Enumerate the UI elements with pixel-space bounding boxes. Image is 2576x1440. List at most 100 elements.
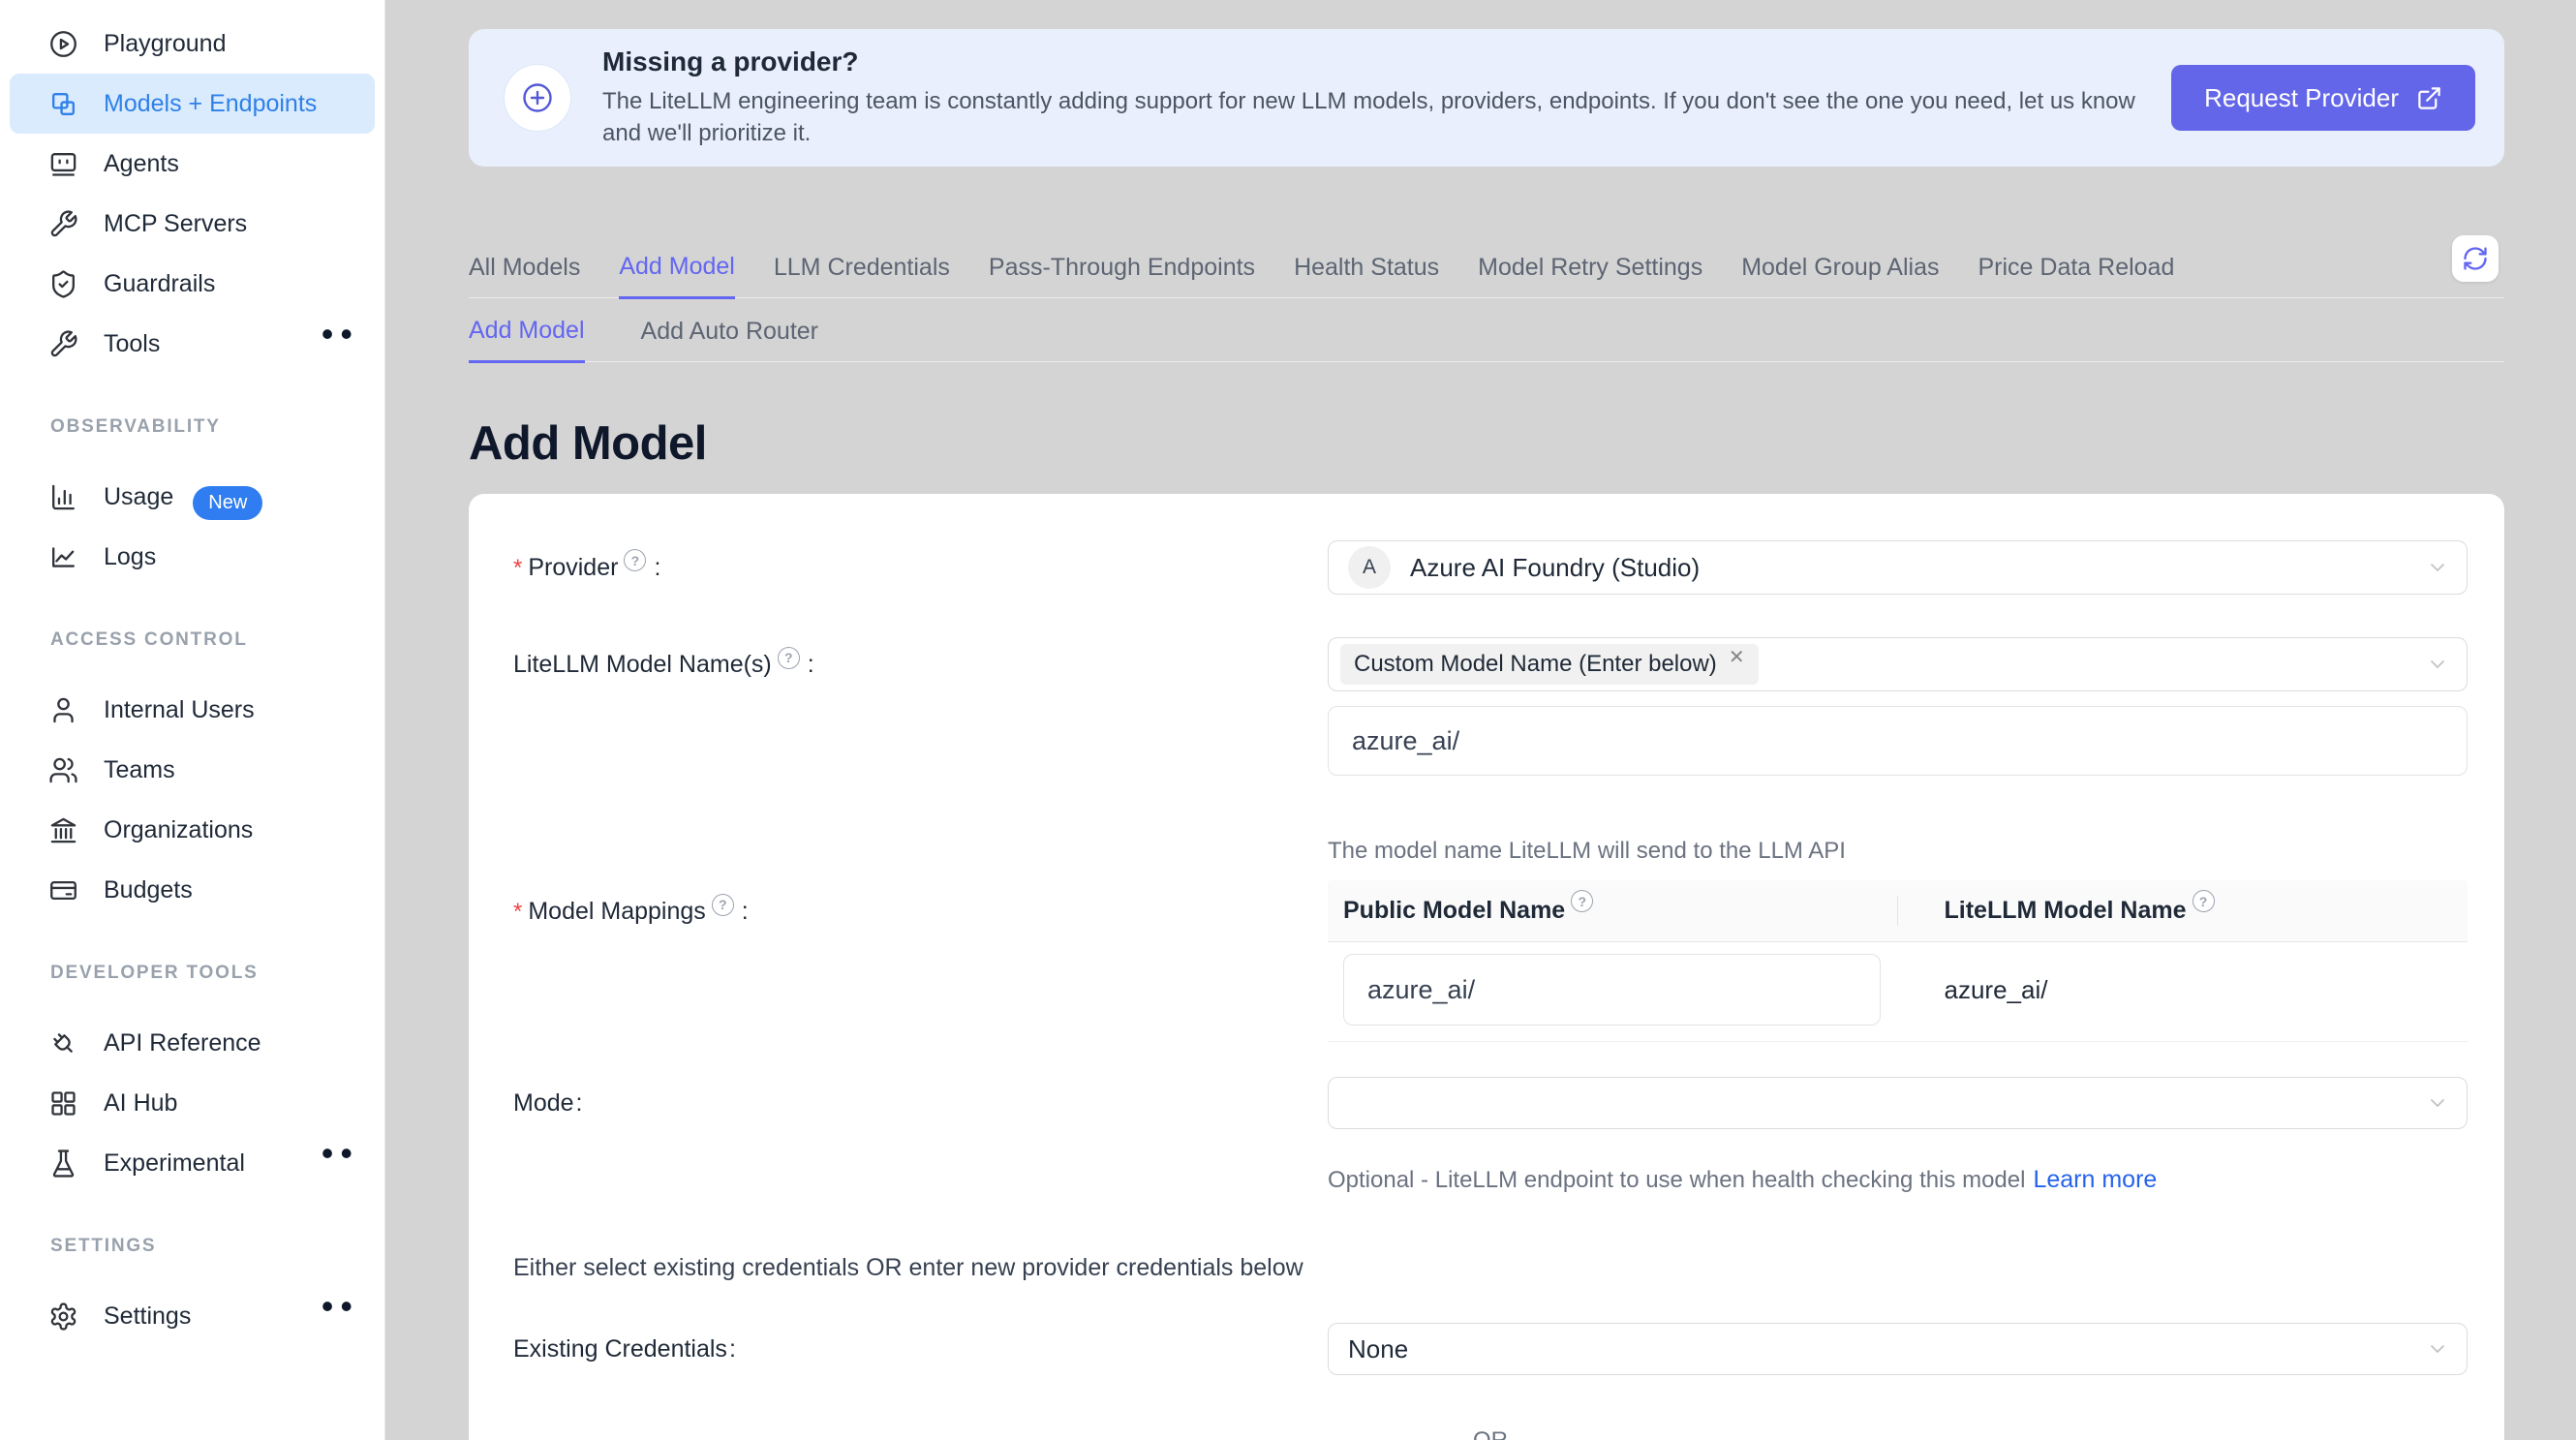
model-name-multiselect[interactable]: Custom Model Name (Enter below) ✕	[1328, 637, 2468, 691]
custom-model-name-input[interactable]	[1328, 706, 2468, 776]
sidebar-item-settings[interactable]: Settings ••	[0, 1286, 384, 1346]
sidebar-item-label: Experimental	[104, 1149, 245, 1178]
sidebar-item-label: Internal Users	[104, 696, 255, 724]
existing-credentials-row: Existing Credentials: None	[513, 1323, 2468, 1375]
grid-icon	[48, 1088, 78, 1118]
sidebar-item-label: Usage	[104, 483, 173, 511]
help-icon[interactable]: ?	[624, 549, 646, 571]
sidebar-item-label: MCP Servers	[104, 210, 247, 238]
refresh-button[interactable]	[2452, 235, 2499, 282]
existing-credentials-label: Existing Credentials:	[513, 1335, 1328, 1363]
tab-all-models[interactable]: All Models	[469, 254, 580, 297]
sidebar-item-tools[interactable]: Tools ••	[0, 314, 384, 374]
sidebar-item-label: Models + Endpoints	[104, 90, 317, 118]
flask-icon	[48, 1149, 78, 1179]
tab-pass-through-endpoints[interactable]: Pass-Through Endpoints	[989, 254, 1255, 297]
banner-description: The LiteLLM engineering team is constant…	[602, 86, 2171, 149]
plus-circle-icon	[504, 64, 571, 132]
chevron-down-icon	[2426, 1337, 2449, 1361]
subtab-add-model[interactable]: Add Model	[469, 317, 585, 363]
sidebar-item-label: Settings	[104, 1302, 191, 1331]
mode-label: Mode:	[513, 1077, 1328, 1129]
sidebar-item-budgets[interactable]: Budgets	[0, 860, 384, 920]
learn-more-link[interactable]: Learn more	[2033, 1166, 2157, 1193]
sidebar: Playground Models + Endpoints Agents MCP…	[0, 0, 385, 1440]
wrench-icon	[48, 329, 78, 359]
mode-select[interactable]	[1328, 1077, 2468, 1129]
sidebar-item-teams[interactable]: Teams	[0, 740, 384, 800]
tab-model-retry-settings[interactable]: Model Retry Settings	[1478, 254, 1702, 297]
tab-add-model[interactable]: Add Model	[619, 253, 735, 299]
sidebar-item-usage[interactable]: Usage New	[0, 467, 384, 527]
models-icon	[48, 89, 78, 119]
tab-model-group-alias[interactable]: Model Group Alias	[1741, 254, 1939, 297]
sidebar-item-api-reference[interactable]: API Reference	[0, 1013, 384, 1073]
tab-health-status[interactable]: Health Status	[1294, 254, 1439, 297]
litellm-model-name-value: azure_ai/	[1898, 954, 2453, 1026]
subtab-add-auto-router[interactable]: Add Auto Router	[641, 318, 818, 361]
plug-icon	[48, 1028, 78, 1058]
sidebar-item-internal-users[interactable]: Internal Users	[0, 680, 384, 740]
sidebar-item-label: Agents	[104, 150, 179, 178]
sidebar-item-agents[interactable]: Agents	[0, 134, 384, 194]
remove-tag-icon[interactable]: ✕	[1729, 645, 1745, 669]
sidebar-item-label: Guardrails	[104, 270, 215, 298]
sidebar-item-experimental[interactable]: Experimental ••	[0, 1133, 384, 1193]
provider-label: *Provider?:	[513, 554, 1328, 582]
bar-chart-icon	[48, 482, 78, 512]
provider-select[interactable]: A Azure AI Foundry (Studio)	[1328, 540, 2468, 595]
sidebar-item-models-endpoints[interactable]: Models + Endpoints	[10, 74, 375, 134]
help-icon[interactable]: ?	[1571, 890, 1593, 912]
tab-llm-credentials[interactable]: LLM Credentials	[774, 254, 950, 297]
sidebar-item-label: Organizations	[104, 816, 253, 844]
submenu-ellipsis-icon[interactable]: ••	[322, 1289, 359, 1324]
sidebar-section-settings: SETTINGS	[50, 1236, 384, 1259]
model-names-row: LiteLLM Model Name(s)?: Custom Model Nam…	[513, 637, 2468, 865]
sidebar-item-guardrails[interactable]: Guardrails	[0, 254, 384, 314]
help-icon[interactable]: ?	[778, 647, 800, 669]
submenu-ellipsis-icon[interactable]: ••	[322, 1136, 359, 1171]
line-chart-icon	[48, 542, 78, 572]
sidebar-item-logs[interactable]: Logs	[0, 527, 384, 587]
sidebar-item-ai-hub[interactable]: AI Hub	[0, 1073, 384, 1133]
provider-value: Azure AI Foundry (Studio)	[1410, 553, 1700, 583]
public-model-name-input[interactable]	[1343, 954, 1881, 1026]
sidebar-item-mcp-servers[interactable]: MCP Servers	[0, 194, 384, 254]
user-icon	[48, 695, 78, 725]
existing-credentials-select[interactable]: None	[1328, 1323, 2468, 1375]
credentials-note: Either select existing credentials OR en…	[513, 1254, 2468, 1282]
add-model-subtabs: Add Model Add Auto Router	[469, 318, 2504, 362]
or-divider: OR	[513, 1427, 2468, 1440]
request-provider-button[interactable]: Request Provider	[2171, 65, 2475, 131]
provider-row: *Provider?: A Azure AI Foundry (Studio)	[513, 540, 2468, 595]
mode-row: Mode: Optional - LiteLLM endpoint to use…	[513, 1077, 2468, 1194]
model-mappings-label: *Model Mappings?:	[513, 880, 1328, 943]
sidebar-item-playground[interactable]: Playground	[0, 14, 384, 74]
banner-title: Missing a provider?	[602, 46, 2171, 77]
public-model-name-header: Public Model Name?	[1328, 880, 1898, 941]
existing-credentials-value: None	[1348, 1334, 1408, 1364]
model-name-helper-text: The model name LiteLLM will send to the …	[1328, 838, 2468, 865]
sidebar-item-organizations[interactable]: Organizations	[0, 800, 384, 860]
submenu-ellipsis-icon[interactable]: ••	[322, 317, 359, 352]
sidebar-item-label: Tools	[104, 330, 160, 358]
sidebar-item-label: Logs	[104, 543, 156, 571]
page-title: Add Model	[469, 416, 2504, 471]
tab-price-data-reload[interactable]: Price Data Reload	[1978, 254, 2174, 297]
sidebar-section-access-control: ACCESS CONTROL	[50, 629, 384, 653]
external-link-icon	[2416, 85, 2442, 111]
sidebar-item-label: Playground	[104, 30, 226, 58]
chevron-down-icon	[2426, 556, 2449, 579]
model-names-label: LiteLLM Model Name(s)?:	[513, 637, 1328, 691]
mode-helper-text: Optional - LiteLLM endpoint to use when …	[1328, 1166, 2468, 1194]
request-provider-label: Request Provider	[2204, 83, 2399, 113]
model-name-tag: Custom Model Name (Enter below) ✕	[1340, 644, 1759, 685]
missing-provider-banner: Missing a provider? The LiteLLM engineer…	[469, 29, 2504, 167]
chevron-down-icon	[2426, 653, 2449, 676]
help-icon[interactable]: ?	[2193, 890, 2215, 912]
sidebar-item-label: Budgets	[104, 876, 193, 904]
required-marker: *	[513, 899, 522, 925]
help-icon[interactable]: ?	[712, 894, 734, 916]
mappings-table-header: Public Model Name? LiteLLM Model Name?	[1328, 880, 2468, 942]
refresh-icon	[2462, 245, 2489, 272]
